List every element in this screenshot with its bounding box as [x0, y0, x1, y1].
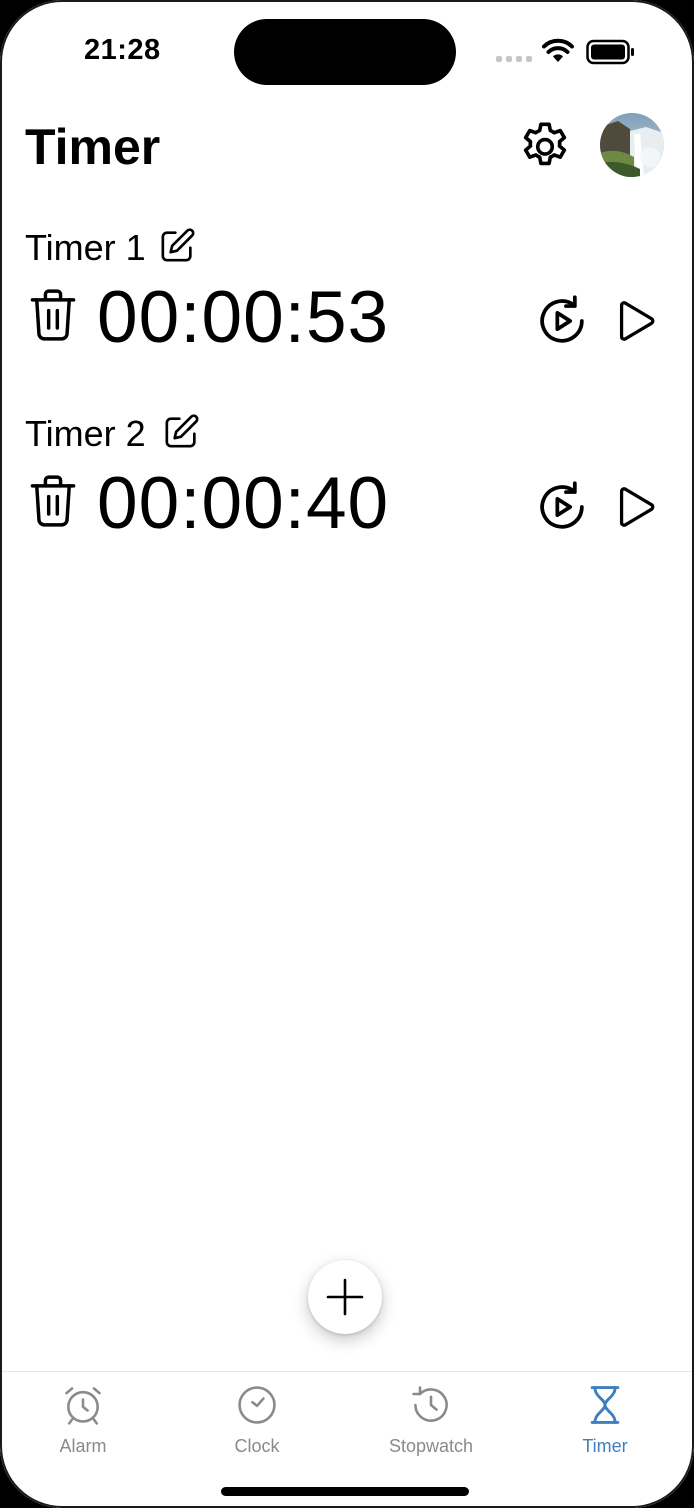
tab-clock[interactable]: Clock [187, 1372, 327, 1472]
timer-name: Timer 2 [25, 413, 146, 454]
tab-label: Alarm [59, 1436, 107, 1456]
add-timer-button[interactable] [308, 1260, 382, 1334]
edit-icon[interactable] [161, 412, 201, 452]
settings-button[interactable] [514, 116, 576, 178]
tab-label: Timer [582, 1436, 628, 1456]
dynamic-island [234, 19, 456, 85]
tab-label: Stopwatch [388, 1436, 474, 1456]
home-indicator[interactable] [221, 1487, 469, 1496]
hourglass-icon [590, 1386, 620, 1424]
battery-icon [586, 39, 634, 65]
cellular-signal-icon [496, 56, 532, 62]
alarm-clock-icon [65, 1387, 101, 1425]
edit-icon[interactable] [157, 226, 197, 266]
phone-screen: 21:28 Timer Timer 1 00:00:53 Timer 2 00:… [0, 0, 694, 1508]
tab-stopwatch[interactable]: Stopwatch [361, 1372, 501, 1472]
play-icon[interactable] [612, 298, 658, 344]
status-time: 21:28 [84, 34, 161, 66]
history-clock-icon [412, 1386, 448, 1422]
restart-play-icon[interactable] [534, 479, 590, 535]
play-icon[interactable] [612, 484, 658, 530]
timer-countdown: 00:00:40 [97, 463, 390, 544]
waterfall-photo [600, 113, 664, 177]
restart-play-icon[interactable] [534, 293, 590, 349]
timer-name: Timer 1 [25, 227, 146, 268]
gear-icon [523, 122, 567, 166]
clock-icon [238, 1386, 276, 1424]
avatar[interactable] [600, 113, 664, 177]
timer-countdown: 00:00:53 [97, 277, 390, 358]
trash-icon[interactable] [27, 472, 79, 530]
trash-icon[interactable] [27, 286, 79, 344]
page-title: Timer [25, 119, 161, 175]
tab-timer[interactable]: Timer [535, 1372, 675, 1472]
tab-alarm[interactable]: Alarm [13, 1372, 153, 1472]
plus-icon [326, 1278, 364, 1316]
tab-label: Clock [234, 1436, 280, 1456]
wifi-icon [542, 38, 574, 62]
